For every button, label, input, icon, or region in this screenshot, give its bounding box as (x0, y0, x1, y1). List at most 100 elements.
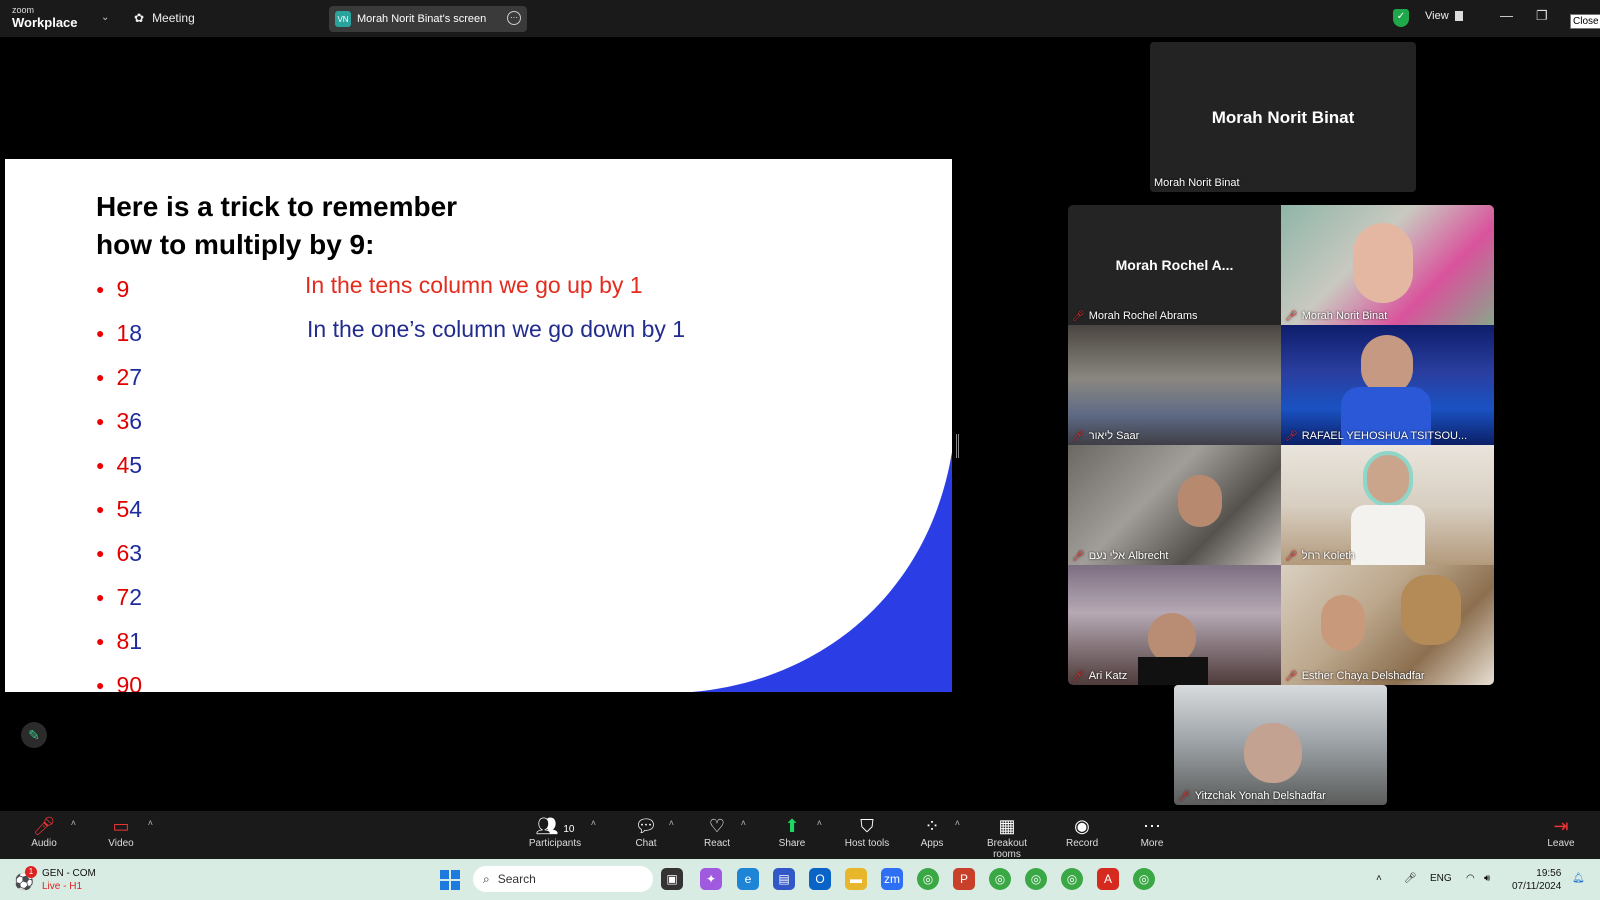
participants-button[interactable]: 👥︎ 10 Participants ˄ (528, 814, 596, 849)
view-button[interactable]: View (1425, 10, 1463, 22)
close-tooltip[interactable]: Close (1570, 14, 1600, 29)
store-icon[interactable]: ▤ (773, 868, 795, 890)
muted-mic-icon: 🎤︎ (1072, 550, 1085, 562)
search-placeholder: Search (497, 872, 536, 886)
wifi-icon[interactable]: ◠ (1466, 873, 1475, 884)
search-icon: ⌕ (483, 871, 490, 886)
chevron-up-icon[interactable]: ˄ (955, 818, 960, 828)
participant-tile[interactable]: Morah Rochel A... 🎤︎ Morah Rochel Abrams (1068, 205, 1281, 325)
windows-start-icon[interactable] (440, 870, 460, 890)
chrome-icon[interactable]: ◎ (989, 868, 1011, 890)
list-item: ● 2 7 (96, 363, 143, 390)
chevron-up-icon[interactable]: ˄ (148, 818, 153, 828)
host-tools-button[interactable]: ⛉ Host tools (840, 814, 894, 849)
participant-tile[interactable]: 🎤︎ Yitzchak Yonah Delshadfar (1174, 685, 1387, 805)
leave-button[interactable]: ⇥ Leave (1547, 814, 1575, 849)
task-view-icon[interactable]: ▣ (661, 868, 683, 890)
react-button[interactable]: ♡ React ˄ (702, 814, 746, 849)
tile-label: 🎤︎ Morah Norit Binat (1285, 310, 1388, 322)
annotate-pen-icon[interactable]: ✎ (21, 722, 47, 748)
meeting-toolbar: 🎤︎ Audio ˄ ▭ Video ˄ 👥︎ 10 Participants … (0, 811, 1600, 860)
chrome-icon[interactable]: ◎ (1133, 868, 1155, 890)
host-tile[interactable]: Morah Norit Binat Morah Norit Binat (1150, 42, 1416, 192)
security-shield-icon[interactable]: ✓ (1393, 9, 1409, 27)
more-button[interactable]: ⋯ More (1139, 814, 1165, 849)
participant-tile[interactable]: 🎤︎ אלי נעם Albrecht (1068, 445, 1281, 565)
shared-slide: Here is a trick to remember how to multi… (5, 159, 952, 692)
muted-mic-icon: 🎤︎ (1285, 670, 1298, 682)
chevron-down-icon[interactable]: ⌄ (101, 12, 109, 23)
copilot-icon[interactable]: ✦ (700, 868, 722, 890)
clock[interactable]: 19:56 07/11/2024 (1512, 867, 1561, 893)
heart-icon: ♡ (708, 816, 726, 836)
view-label: View (1425, 10, 1449, 22)
chevron-up-icon[interactable]: ˄ (817, 818, 822, 828)
outlook-icon[interactable]: O (809, 868, 831, 890)
zoom-app-icon[interactable]: zm (881, 868, 903, 890)
powerpoint-icon[interactable]: P (953, 868, 975, 890)
tile-label: 🎤︎ Morah Rochel Abrams (1072, 310, 1198, 322)
tile-label: 🎤︎ רחל Koleth (1285, 550, 1355, 562)
breakout-rooms-button[interactable]: ▦ Breakout rooms (972, 814, 1042, 860)
muted-mic-icon: 🎤︎ (1072, 310, 1085, 322)
tile-label: Morah Norit Binat (1154, 177, 1240, 189)
edge-icon[interactable]: e (737, 868, 759, 890)
split-divider[interactable] (956, 434, 959, 458)
muted-mic-icon: 🎤︎ (1285, 310, 1298, 322)
more-options-icon[interactable]: ··· (507, 11, 521, 25)
volume-icon[interactable]: 🔊︎ (1484, 873, 1490, 884)
chrome-icon[interactable]: ◎ (917, 868, 939, 890)
chat-button[interactable]: 💬︎ Chat ˄ (632, 814, 674, 849)
chrome-icon[interactable]: ◎ (1025, 868, 1047, 890)
participant-tile[interactable]: 🎤︎ Morah Norit Binat (1281, 205, 1494, 325)
participant-tile[interactable]: 🎤︎ Esther Chaya Delshadfar (1281, 565, 1494, 685)
time: 19:56 (1536, 868, 1562, 879)
chevron-up-icon[interactable]: ˄ (1376, 873, 1382, 884)
tens-tip: In the tens column we go up by 1 (305, 272, 643, 298)
minimize-icon[interactable]: — (1500, 8, 1513, 23)
apps-button[interactable]: ⁘ Apps ˄ (918, 814, 960, 849)
language-indicator[interactable]: ENG (1430, 873, 1452, 884)
notification-bell-icon[interactable]: 🔔︎ (1572, 873, 1585, 884)
chevron-up-icon[interactable]: ˄ (669, 818, 674, 828)
tile-label: 🎤︎ Esther Chaya Delshadfar (1285, 670, 1425, 682)
record-button[interactable]: ◉ Record (1066, 814, 1098, 849)
decorative-curve (692, 452, 952, 692)
muted-mic-icon: 🎤︎ (1072, 430, 1085, 442)
video-button[interactable]: ▭ Video ˄ (103, 814, 153, 849)
folder-icon[interactable]: ▬ (845, 868, 867, 890)
screen-share-label: Morah Norit Binat's screen (357, 13, 487, 25)
news-title[interactable]: GEN - COM (42, 868, 96, 879)
video-feed (1353, 223, 1413, 303)
title-bar: zoom Workplace ⌄ ✿ Meeting VN Morah Nori… (0, 0, 1600, 37)
audio-button[interactable]: 🎤︎ Audio ˄ (26, 814, 76, 849)
logo-small: zoom (12, 5, 35, 15)
multiples-list: ● 9 ● 1 8 ● 2 7 ● 3 6 ● 4 5 ● 5 4 ● 6 3 ● 7 2 ● 8 1 ● 9 0 (96, 267, 143, 693)
share-button[interactable]: ⬆ Share ˄ (776, 814, 822, 849)
microphone-icon[interactable]: 🎤︎ (1404, 873, 1417, 884)
chevron-up-icon[interactable]: ˄ (591, 818, 596, 828)
chevron-up-icon[interactable]: ˄ (741, 818, 746, 828)
screen-share-pill[interactable]: VN Morah Norit Binat's screen ··· (329, 6, 527, 32)
video-feed (1321, 595, 1365, 651)
news-widget-icon[interactable]: ⚽ 1 (14, 866, 40, 892)
participant-tile[interactable]: 🎤︎ RAFAEL YEHOSHUA TSITSOU... (1281, 325, 1494, 445)
tile-label: 🎤︎ אלי נעם Albrecht (1072, 550, 1169, 562)
meeting-menu[interactable]: ✿ Meeting (134, 11, 195, 25)
participant-tile[interactable]: 🎤︎ רחל Koleth (1281, 445, 1494, 565)
participant-tile[interactable]: 🎤︎ ליאור Saar (1068, 325, 1281, 445)
chevron-up-icon[interactable]: ˄ (71, 818, 76, 828)
search-input[interactable]: ⌕ Search (473, 866, 653, 892)
video-feed (1244, 723, 1302, 783)
restore-icon[interactable]: ❐ (1536, 8, 1548, 24)
participants-count: 10 (563, 824, 575, 835)
acrobat-icon[interactable]: A (1097, 868, 1119, 890)
zoom-logo[interactable]: zoom Workplace (12, 6, 78, 31)
list-item: ● 6 3 (96, 539, 143, 566)
list-item: ● 8 1 (96, 627, 143, 654)
participants-icon: 👥︎ (535, 816, 559, 836)
news-subtitle: Live - H1 (42, 881, 83, 892)
paw-icon: ✿ (134, 11, 145, 25)
chrome-icon[interactable]: ◎ (1061, 868, 1083, 890)
participant-tile[interactable]: 🎤︎ Ari Katz (1068, 565, 1281, 685)
